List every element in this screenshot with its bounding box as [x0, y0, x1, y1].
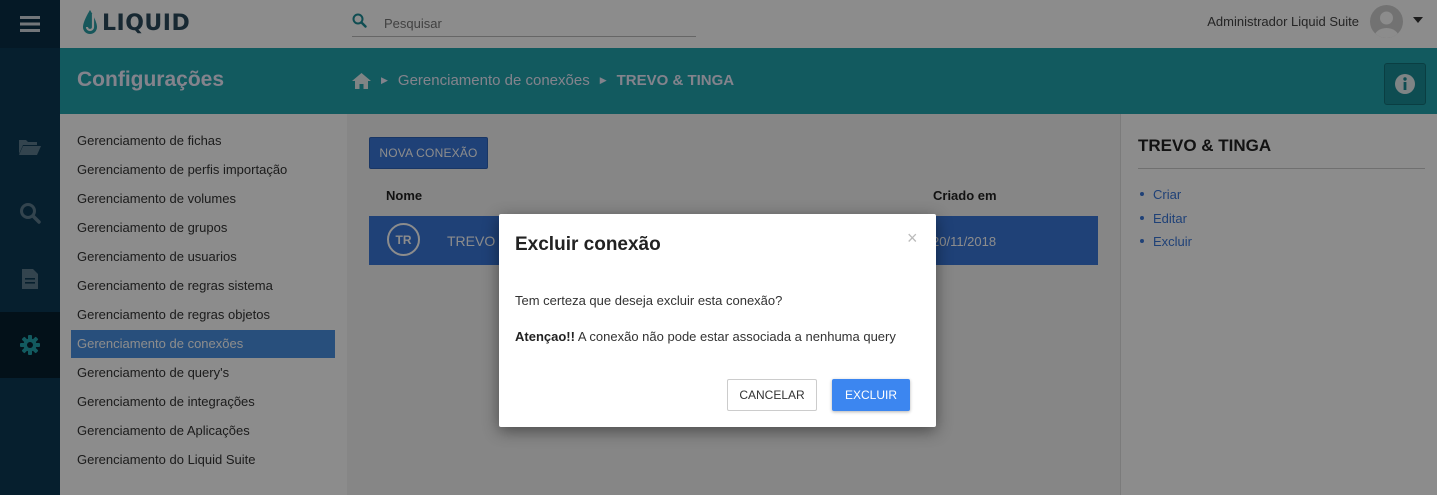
warning-text: A conexão não pode estar associada a nen…	[577, 329, 896, 344]
dialog-message: Tem certeza que deseja excluir esta cone…	[515, 293, 783, 308]
delete-connection-dialog: Excluir conexão × Tem certeza que deseja…	[499, 214, 936, 427]
delete-button[interactable]: EXCLUIR	[832, 379, 910, 411]
dialog-title: Excluir conexão	[515, 234, 661, 255]
dialog-warning: Atençao!! A conexão não pode estar assoc…	[515, 329, 896, 344]
cancel-button[interactable]: CANCELAR	[727, 379, 817, 411]
warning-label: Atençao!!	[515, 329, 575, 344]
close-icon[interactable]: ×	[907, 229, 918, 247]
